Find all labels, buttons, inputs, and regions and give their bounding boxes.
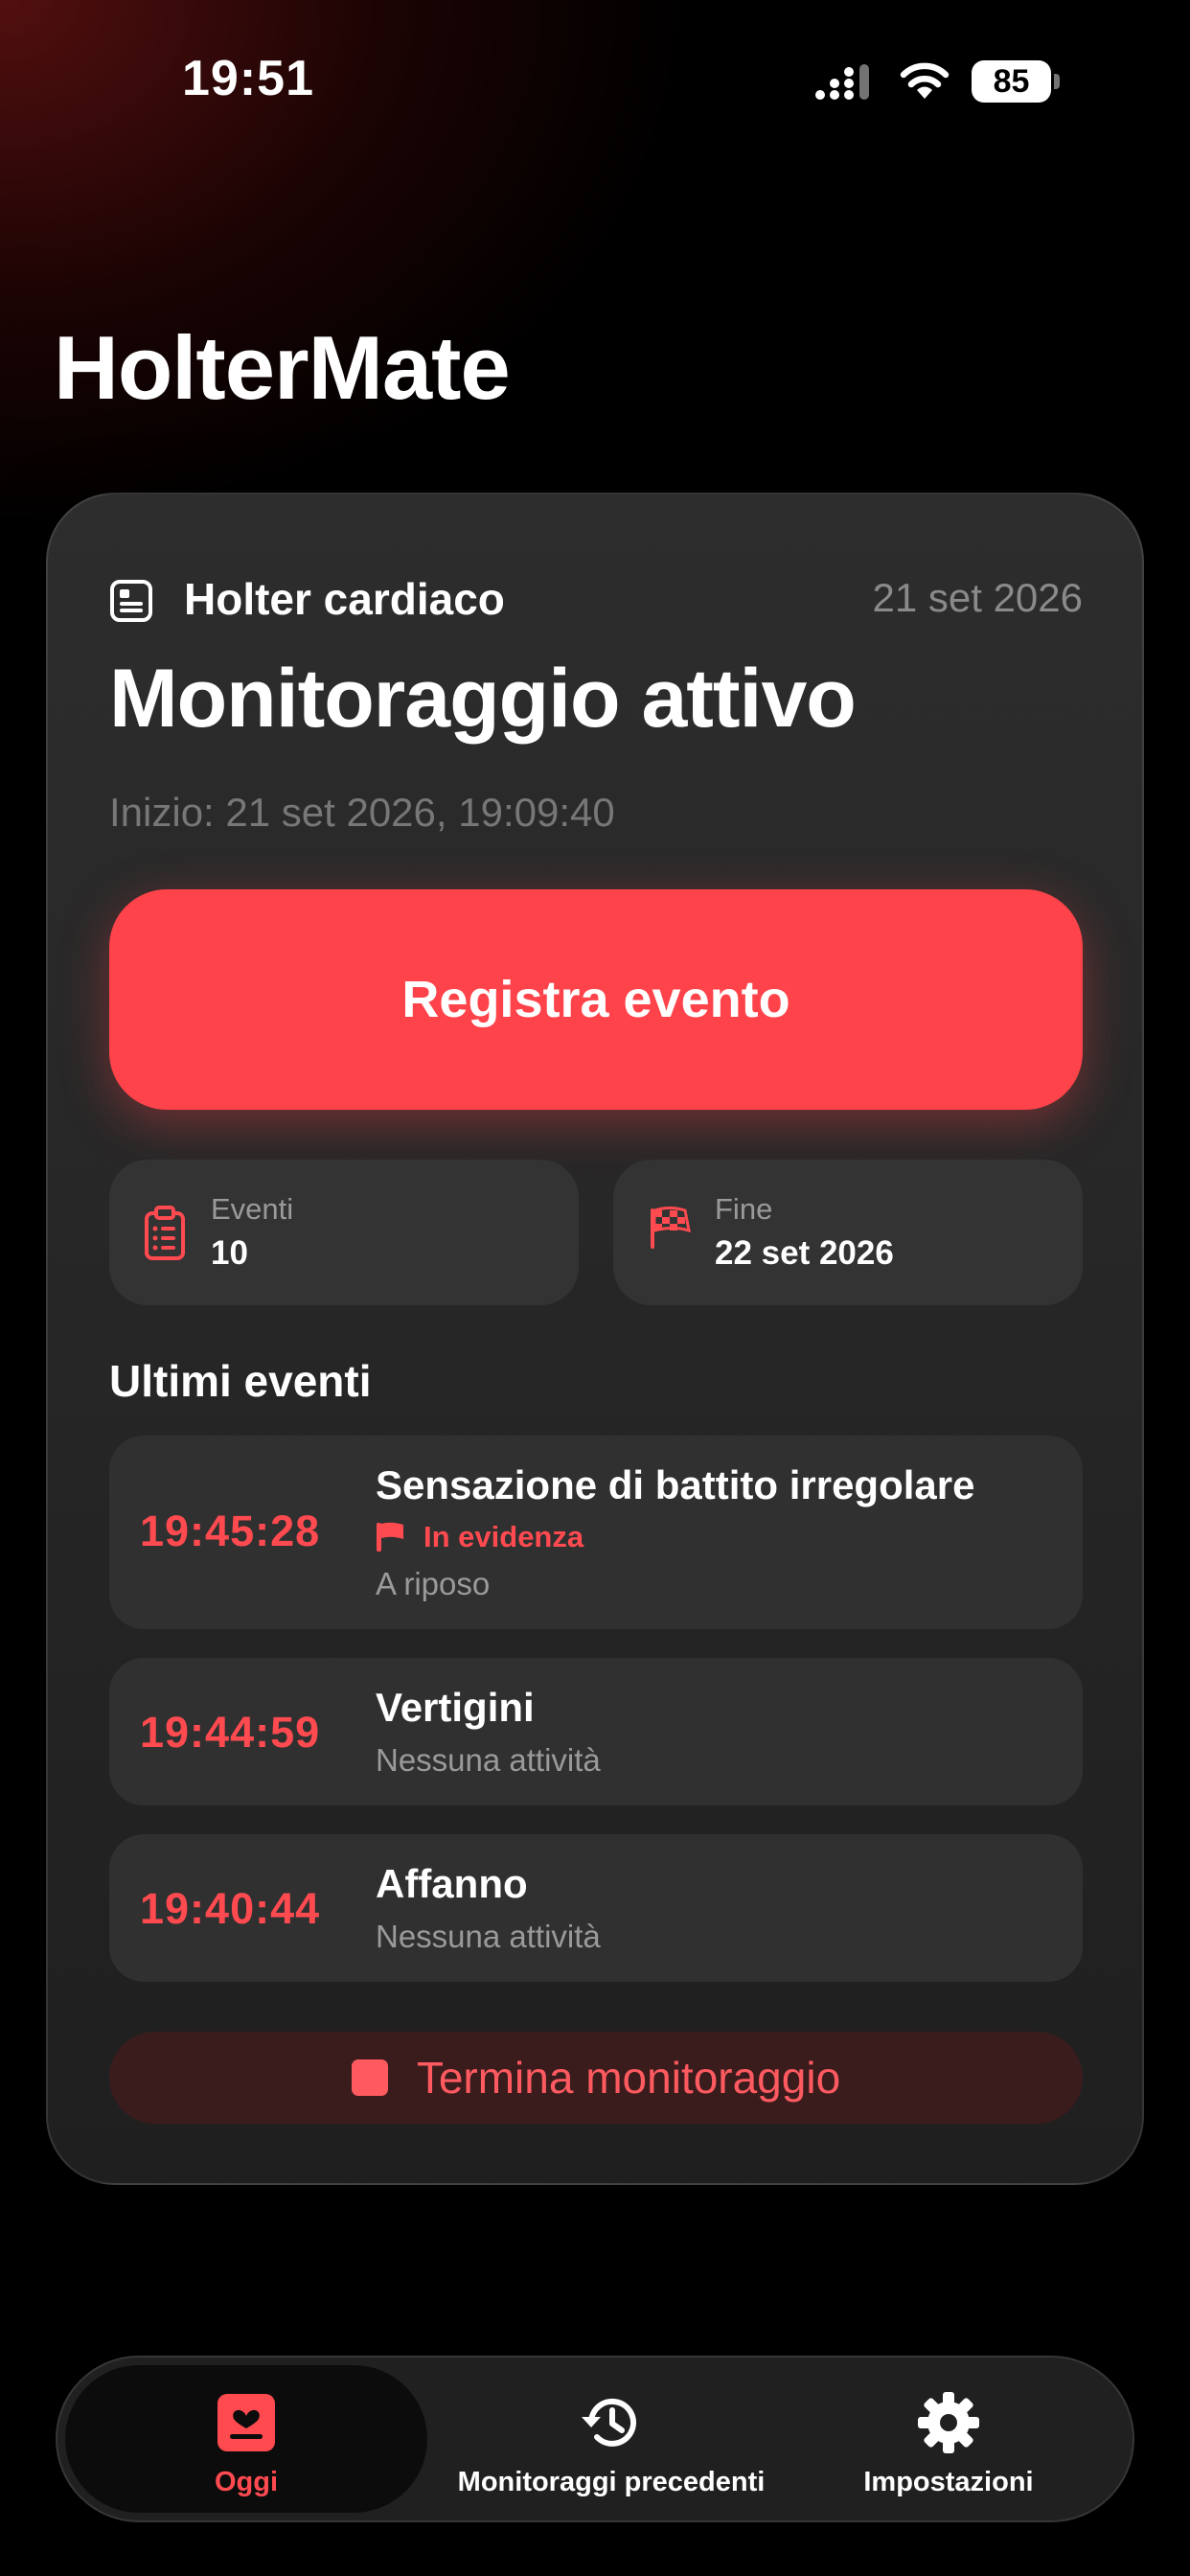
history-icon xyxy=(578,2390,645,2455)
wifi-icon xyxy=(900,62,950,99)
event-row[interactable]: 19:44:59 Vertigini Nessuna attività xyxy=(109,1658,1083,1806)
monitoring-card: Holter cardiaco 21 set 2026 Monitoraggio… xyxy=(46,493,1144,2185)
tab-monitoraggi-precedenti[interactable]: Monitoraggi precedenti xyxy=(427,2358,795,2520)
status-time: 19:51 xyxy=(182,51,314,106)
status-bar: 19:51 85 xyxy=(0,0,1190,163)
monitoring-status: Monitoraggio attivo xyxy=(109,653,857,745)
tab-monitoraggi-precedenti-label: Monitoraggi precedenti xyxy=(457,2467,766,2497)
monitoring-start: Inizio: 21 set 2026, 19:09:40 xyxy=(109,790,615,835)
signal-icon xyxy=(815,64,869,100)
today-icon xyxy=(217,2390,276,2455)
event-time: 19:44:59 xyxy=(140,1708,321,1757)
tab-impostazioni-label: Impostazioni xyxy=(863,2467,1034,2497)
end-monitoring-label: Termina monitoraggio xyxy=(416,2053,841,2103)
event-time: 19:45:28 xyxy=(140,1506,321,1555)
tab-impostazioni[interactable]: Impostazioni xyxy=(805,2358,1092,2520)
tab-bar: Oggi Monitoraggi precedenti Impostazioni xyxy=(56,2356,1134,2522)
end-monitoring-button[interactable]: Termina monitoraggio xyxy=(109,2032,1083,2124)
battery-icon: 85 xyxy=(972,60,1060,103)
flag-icon xyxy=(377,1522,403,1552)
recent-events-title: Ultimi eventi xyxy=(109,1356,372,1406)
checkered-flag-icon xyxy=(651,1207,691,1249)
events-value: 10 xyxy=(211,1234,248,1272)
event-activity: Nessuna attività xyxy=(376,1919,601,1954)
event-title: Affanno xyxy=(376,1861,528,1906)
event-time: 19:40:44 xyxy=(140,1884,321,1933)
monitoring-date: 21 set 2026 xyxy=(872,575,1083,620)
record-event-button[interactable]: Registra evento xyxy=(109,889,1083,1110)
event-activity: A riposo xyxy=(376,1566,491,1601)
battery-level: 85 xyxy=(972,60,1052,103)
tab-oggi[interactable]: Oggi xyxy=(65,2358,427,2520)
events-label: Eventi xyxy=(211,1192,294,1226)
tab-oggi-label: Oggi xyxy=(214,2467,279,2497)
event-activity: Nessuna attività xyxy=(376,1742,601,1778)
app-title: HolterMate xyxy=(54,317,511,418)
event-flag-label: In evidenza xyxy=(423,1520,584,1553)
card-header: Holter cardiaco 21 set 2026 xyxy=(109,562,1083,638)
event-title: Sensazione di battito irregolare xyxy=(376,1462,975,1507)
event-row[interactable]: 19:45:28 Sensazione di battito irregolar… xyxy=(109,1436,1083,1629)
event-title: Vertigini xyxy=(376,1685,535,1730)
holter-icon xyxy=(110,580,152,622)
monitoring-type: Holter cardiaco xyxy=(184,574,505,624)
event-row[interactable]: 19:40:44 Affanno Nessuna attività xyxy=(109,1834,1083,1982)
events-count-card: Eventi 10 xyxy=(109,1160,579,1305)
stop-icon xyxy=(351,2059,388,2096)
status-icons: 85 xyxy=(814,58,1060,105)
battery-nub xyxy=(1054,74,1060,89)
gear-icon xyxy=(916,2390,981,2455)
event-flag: In evidenza xyxy=(376,1520,584,1554)
clipboard-list-icon xyxy=(145,1206,185,1260)
end-label: Fine xyxy=(715,1192,773,1226)
end-value: 22 set 2026 xyxy=(715,1234,894,1272)
end-date-card: Fine 22 set 2026 xyxy=(613,1160,1083,1305)
